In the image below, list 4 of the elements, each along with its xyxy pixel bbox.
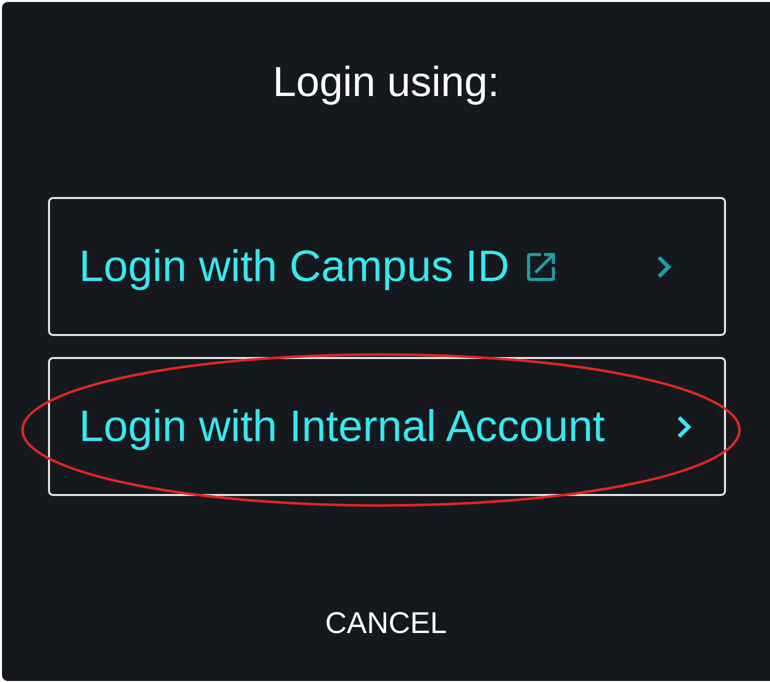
login-option-button[interactable]: Login with Campus ID	[48, 197, 726, 336]
dialog-title: Login using:	[272, 61, 500, 103]
login-option-button[interactable]: Login with Internal Account	[48, 357, 726, 496]
cancel-button[interactable]: CANCEL	[309, 601, 463, 647]
